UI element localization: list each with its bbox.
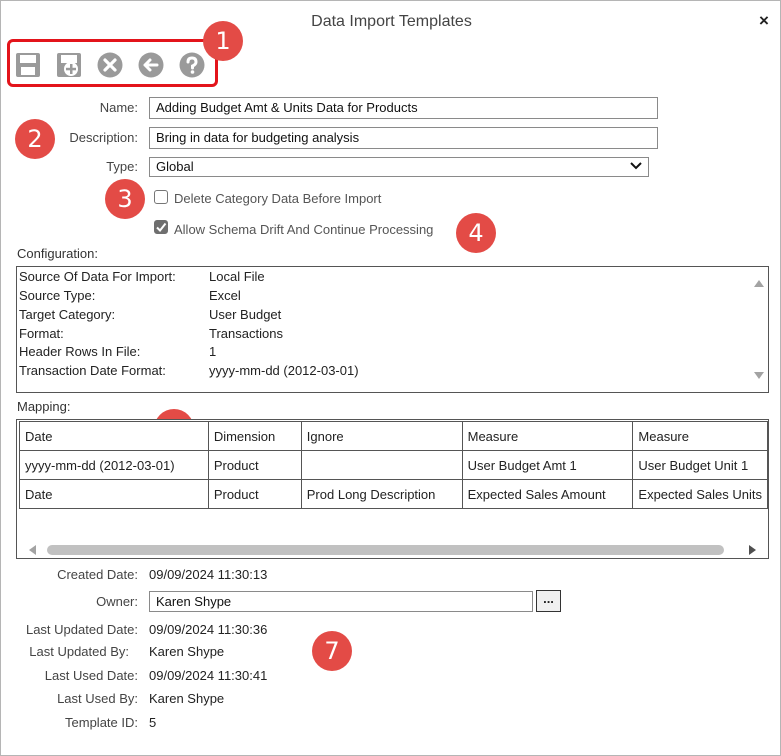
mapping-label: Mapping: [17, 399, 71, 414]
mapping-grid[interactable]: Date Dimension Ignore Measure Measure yy… [16, 419, 769, 559]
table-cell[interactable]: Expected Sales Amount [461, 479, 634, 509]
configuration-label: Configuration: [17, 246, 98, 261]
callout-4: 4 [456, 213, 496, 253]
config-key: Header Rows In File: [19, 344, 141, 359]
owner-input[interactable]: Karen Shype [149, 591, 533, 612]
created-date-label: Created Date: [57, 567, 138, 582]
back-icon[interactable] [137, 51, 165, 79]
table-cell[interactable]: yyyy-mm-dd (2012-03-01) [19, 450, 209, 480]
allow-schema-drift-checkbox[interactable] [154, 220, 168, 234]
template-id-label: Template ID: [65, 715, 138, 730]
config-value: Excel [209, 288, 241, 303]
table-cell[interactable]: Date [19, 421, 209, 451]
last-updated-date-value: 09/09/2024 11:30:36 [149, 622, 268, 637]
config-value: yyyy-mm-dd (2012-03-01) [209, 363, 359, 378]
close-icon[interactable]: × [754, 11, 774, 31]
type-select-value: Global [156, 159, 194, 174]
chevron-down-icon [630, 162, 642, 170]
config-value: Local File [209, 269, 265, 284]
checkmark-icon [156, 222, 167, 233]
template-id-value: 5 [149, 715, 157, 730]
config-key: Format: [19, 326, 64, 341]
scroll-right-icon[interactable] [748, 544, 758, 556]
table-row: Date Dimension Ignore Measure Measure [19, 421, 768, 451]
table-cell[interactable]: User Budget Unit 1 [632, 450, 768, 480]
allow-schema-drift-label: Allow Schema Drift And Continue Processi… [174, 222, 434, 237]
type-label: Type: [106, 159, 138, 174]
config-value: Transactions [209, 326, 283, 341]
owner-picker-button[interactable]: ... [536, 590, 561, 612]
config-key: Source Type: [19, 288, 96, 303]
name-input[interactable]: Adding Budget Amt & Units Data for Produ… [149, 97, 658, 119]
mapping-table: Date Dimension Ignore Measure Measure yy… [19, 421, 768, 509]
last-updated-by-value: Karen Shype [149, 644, 225, 659]
table-cell[interactable]: Dimension [207, 421, 302, 451]
save-as-new-icon[interactable] [55, 51, 83, 79]
delete-category-label: Delete Category Data Before Import [174, 191, 382, 206]
owner-label: Owner: [96, 594, 138, 609]
config-key: Transaction Date Format: [19, 363, 166, 378]
dialog-title: Data Import Templates [311, 13, 472, 30]
table-cell[interactable] [300, 450, 463, 480]
table-cell[interactable]: Expected Sales Units [632, 479, 768, 509]
last-used-date-label: Last Used Date: [44, 668, 138, 683]
table-cell[interactable]: Prod Long Description [300, 479, 463, 509]
save-icon[interactable] [14, 51, 42, 79]
config-key: Source Of Data For Import: [19, 269, 176, 284]
description-label: Description: [69, 130, 138, 145]
table-cell[interactable]: Date [19, 479, 209, 509]
last-used-by-label: Last Used By: [57, 691, 138, 706]
cancel-icon[interactable] [96, 51, 124, 79]
config-value: 1 [209, 344, 217, 359]
description-input[interactable]: Bring in data for budgeting analysis [149, 127, 658, 149]
table-cell[interactable]: Ignore [300, 421, 463, 451]
callout-1: 1 [203, 21, 243, 61]
table-cell[interactable]: Measure [632, 421, 768, 451]
configuration-panel[interactable]: Source Of Data For Import: Local File So… [16, 266, 769, 393]
horizontal-scrollbar[interactable] [47, 545, 724, 555]
callout-3: 3 [105, 179, 145, 219]
table-row: Date Product Prod Long Description Expec… [19, 479, 768, 509]
last-used-date-value: 09/09/2024 11:30:41 [149, 668, 268, 683]
created-date-value: 09/09/2024 11:30:13 [149, 567, 268, 582]
last-used-by-value: Karen Shype [149, 691, 225, 706]
table-row: yyyy-mm-dd (2012-03-01) Product User Bud… [19, 450, 768, 480]
config-value: User Budget [209, 307, 282, 322]
scroll-left-icon[interactable] [27, 544, 37, 556]
table-cell[interactable]: Product [207, 479, 302, 509]
name-label: Name: [99, 100, 138, 115]
table-cell[interactable]: Product [207, 450, 302, 480]
type-select[interactable]: Global [149, 157, 649, 177]
config-key: Target Category: [19, 307, 116, 322]
table-cell[interactable]: Measure [461, 421, 634, 451]
delete-category-checkbox[interactable] [154, 190, 168, 204]
table-cell[interactable]: User Budget Amt 1 [461, 450, 634, 480]
scroll-up-icon[interactable] [753, 278, 765, 288]
callout-7: 7 [312, 631, 352, 671]
help-icon[interactable] [178, 51, 206, 79]
scroll-down-icon[interactable] [753, 371, 765, 381]
last-updated-date-label: Last Updated Date: [25, 622, 138, 637]
data-import-templates-dialog: Data Import Templates × 1 2 3 4 5 6 7 Na… [0, 0, 781, 756]
last-updated-by-label: Last Updated By: [29, 644, 129, 659]
